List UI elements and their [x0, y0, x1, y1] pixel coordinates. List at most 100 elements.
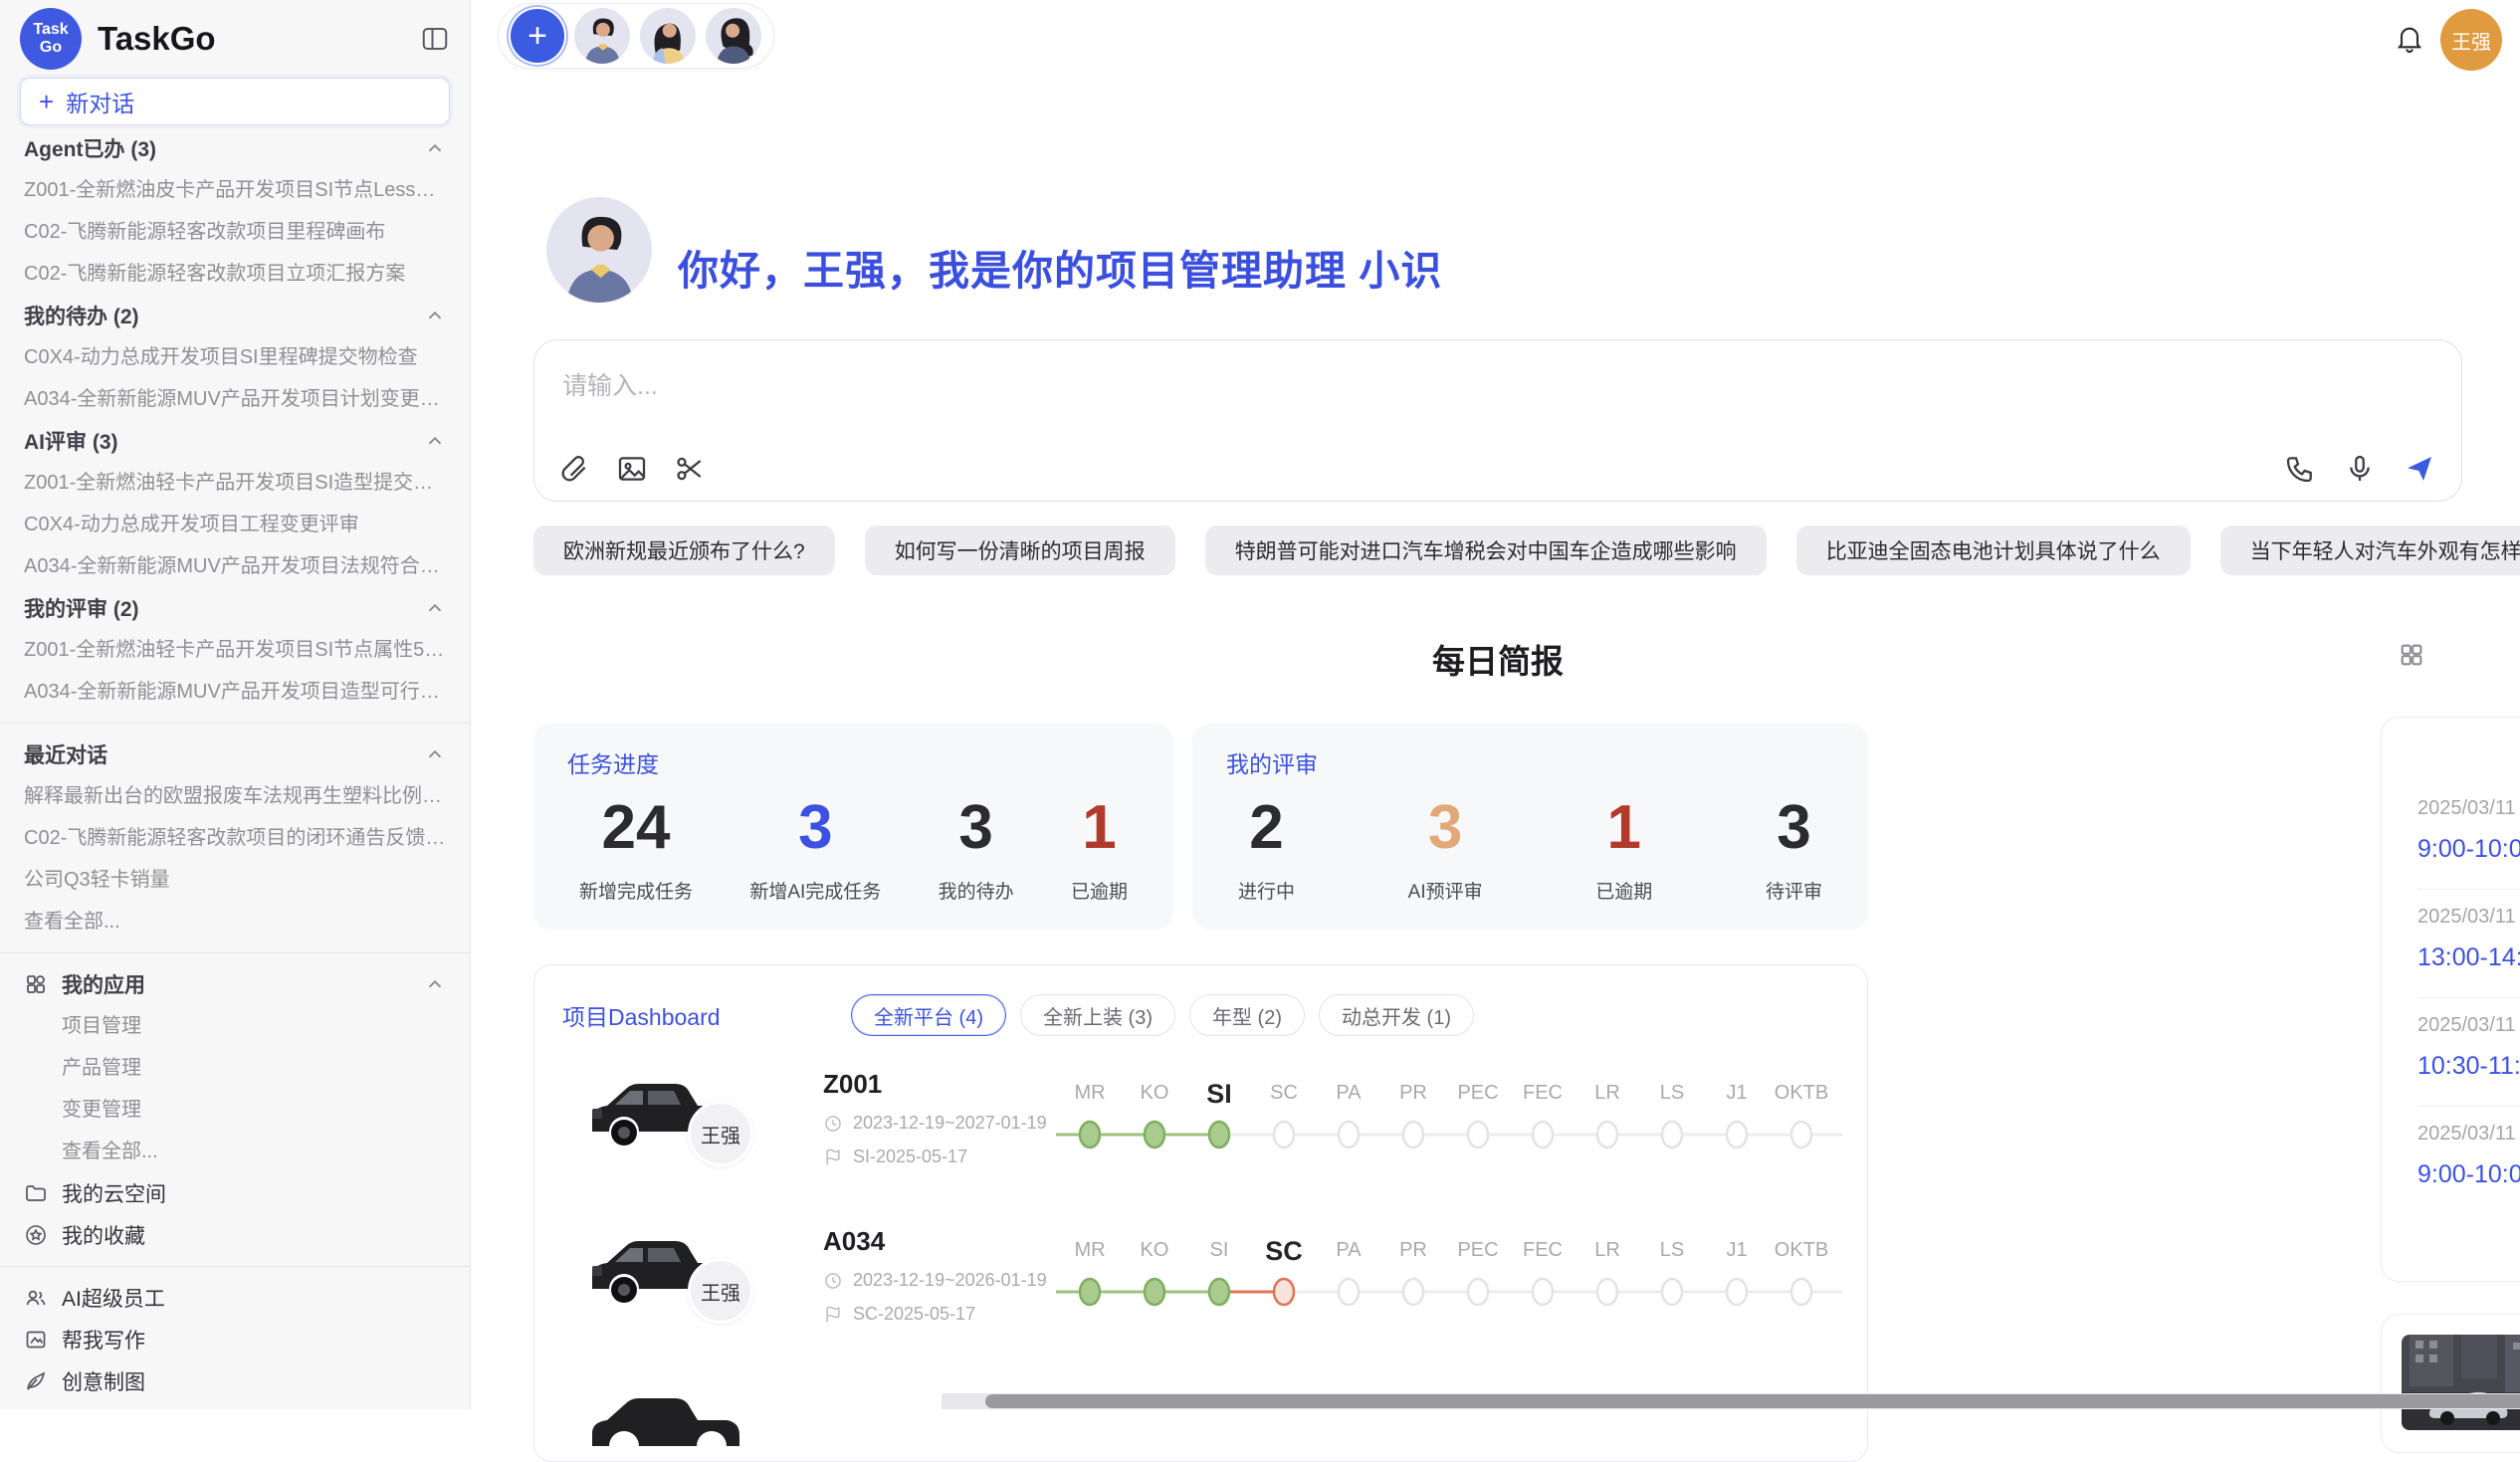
- suggestion-chip[interactable]: 特朗普可能对进口汽车增税会对中国车企造成哪些影响: [1205, 525, 1767, 575]
- recent-label: 最近对话: [24, 739, 107, 769]
- recent-conversation-item[interactable]: 解释最新出台的欧盟报废车法规再生塑料比例被调至15%...: [24, 775, 446, 817]
- stat-label: 新增完成任务: [579, 877, 693, 904]
- news-image: [2402, 1335, 2520, 1430]
- agent-avatar-1[interactable]: [574, 8, 630, 64]
- agent-avatar-3[interactable]: [706, 8, 761, 64]
- schedule-time: 13:00-14:30: [2417, 943, 2520, 972]
- project-row[interactable]: 王强 A034 2023-12-19~2026-01-19 SC-2025-05…: [562, 1198, 1839, 1356]
- dashboard-tab[interactable]: 年型 (2): [1189, 994, 1305, 1036]
- agent-avatar-2[interactable]: [640, 8, 696, 64]
- recent-view-all[interactable]: 查看全部...: [24, 901, 446, 942]
- dashboard-tab[interactable]: 全新上装 (3): [1020, 994, 1175, 1036]
- svg-text:PA: PA: [1336, 1082, 1362, 1104]
- task-item[interactable]: Z001-全新燃油轻卡产品开发项目SI节点属性5D文件评审: [24, 629, 446, 671]
- sidebar: Task Go TaskGo + 新对话 Agent已办 (3) Z001-全新…: [0, 0, 471, 1409]
- sidebar-link-label: 我的收藏: [62, 1220, 145, 1250]
- task-item[interactable]: C0X4-动力总成开发项目SI里程碑提交物检查: [24, 336, 446, 378]
- chevron-up-icon: [424, 743, 446, 765]
- send-icon[interactable]: [2404, 453, 2435, 485]
- view-all-schedule-link[interactable]: 查看所有日程: [2417, 1214, 2520, 1283]
- task-item[interactable]: A034-全新新能源MUV产品开发项目造型可行性评审: [24, 671, 446, 713]
- notification-bell-icon[interactable]: [2394, 22, 2425, 54]
- task-item[interactable]: C02-飞腾新能源轻客改款项目里程碑画布: [24, 211, 446, 253]
- apps-section-header[interactable]: 我的应用: [24, 963, 446, 1005]
- image-icon[interactable]: [616, 453, 648, 485]
- project-flag-milestone: SC-2025-05-17: [823, 1304, 1057, 1325]
- dashboard-tab[interactable]: 动总开发 (1): [1319, 994, 1474, 1036]
- phone-icon[interactable]: [2284, 453, 2316, 485]
- dashboard-tab[interactable]: 全新平台 (4): [851, 994, 1006, 1036]
- write-icon: [24, 1328, 48, 1352]
- sidebar-tool-quill[interactable]: 创意制图: [24, 1360, 446, 1402]
- new-chat-button[interactable]: + 新对话: [20, 78, 450, 125]
- sidebar-section-header[interactable]: 我的评审 (2): [24, 587, 446, 629]
- suggestion-chip[interactable]: 当下年轻人对汽车外观有怎样的喜好趋势: [2220, 525, 2520, 575]
- stat: 1 已逾期: [1071, 789, 1128, 904]
- sidebar-tool-people[interactable]: AI超级员工: [24, 1277, 446, 1319]
- sidebar-tool-label: 创意制图: [62, 1366, 145, 1396]
- sidebar-section-label: 我的待办 (2): [24, 301, 139, 330]
- user-avatar[interactable]: 王强: [2440, 9, 2502, 71]
- sidebar-section-label: AI评审 (3): [24, 426, 118, 456]
- stat-value: 3: [749, 789, 881, 867]
- suggestion-chips: 欧洲新规最近颁布了什么? 如何写一份清晰的项目周报特朗普可能对进口汽车增税会对中国…: [533, 525, 2462, 575]
- horizontal-scrollbar-thumb[interactable]: [985, 1394, 2520, 1408]
- stat: 2 进行中: [1238, 789, 1295, 904]
- sidebar-tool-write[interactable]: 帮我写作: [24, 1319, 446, 1360]
- project-flag-milestone: SI-2025-05-17: [823, 1147, 1057, 1167]
- sidebar-section-header[interactable]: 我的待办 (2): [24, 295, 446, 336]
- mic-icon[interactable]: [2344, 453, 2376, 485]
- task-item[interactable]: Z001-全新燃油皮卡产品开发项目SI节点Lesson Learn报告: [24, 169, 446, 211]
- chevron-up-icon: [424, 305, 446, 326]
- stat-value: 2: [1238, 789, 1295, 867]
- add-agent-button[interactable]: +: [511, 9, 564, 63]
- sidebar-link-star[interactable]: 我的收藏: [24, 1214, 446, 1256]
- task-item[interactable]: A034-全新新能源MUV产品开发项目计划变更表编写: [24, 378, 446, 420]
- schedule-title: 日程: [2417, 741, 2520, 777]
- schedule-time: 10:30-11:30: [2417, 1052, 2520, 1081]
- stat-value: 3: [1766, 789, 1822, 867]
- folder-icon: [24, 1181, 48, 1205]
- suggestion-chip[interactable]: 欧洲新规最近颁布了什么?: [533, 525, 835, 575]
- attachment-icon[interactable]: [558, 453, 590, 485]
- app-item[interactable]: 产品管理: [62, 1047, 446, 1089]
- sidebar-section-header[interactable]: AI评审 (3): [24, 420, 446, 462]
- layout-grid-icon[interactable]: [2398, 641, 2425, 669]
- scissors-icon[interactable]: [674, 453, 706, 485]
- logo-text-bottom: Go: [40, 39, 62, 57]
- sidebar-section-label: 我的评审 (2): [24, 593, 139, 623]
- suggestion-chip[interactable]: 比亚迪全固态电池计划具体说了什么: [1796, 525, 2191, 575]
- stat-value: 3: [939, 789, 1014, 867]
- news-card[interactable]: 小鹏飞行汽车制造公司增资 天眼查 App 显示，近日广州汇天飞行汽...: [2381, 1314, 2520, 1453]
- grid-icon: [24, 972, 48, 996]
- divider: [0, 1266, 470, 1267]
- app-item[interactable]: 项目管理: [62, 1005, 446, 1047]
- plus-icon: +: [39, 87, 54, 117]
- sidebar-collapse-icon[interactable]: [420, 24, 450, 54]
- recent-conversation-item[interactable]: C02-飞腾新能源轻客改款项目的闭环通告反馈情况: [24, 817, 446, 859]
- svg-text:PEC: PEC: [1457, 1239, 1498, 1261]
- quill-icon: [24, 1369, 48, 1393]
- project-row[interactable]: 王强 Z001 2023-12-19~2027-01-19 SI-2025-05…: [562, 1041, 1839, 1198]
- schedule-item: 2025/03/11 9:00-10:00 X003-车辆动力学性能验... 加…: [2417, 1107, 2520, 1214]
- svg-text:SC: SC: [1270, 1082, 1298, 1104]
- sidebar-link-folder[interactable]: 我的云空间: [24, 1172, 446, 1214]
- task-item[interactable]: C0X4-动力总成开发项目工程变更评审: [24, 504, 446, 545]
- stat-label: 已逾期: [1071, 877, 1128, 904]
- chevron-up-icon: [424, 597, 446, 619]
- apps-view-all[interactable]: 查看全部...: [24, 1131, 446, 1172]
- suggestion-chip[interactable]: 如何写一份清晰的项目周报: [865, 525, 1175, 575]
- svg-text:FEC: FEC: [1523, 1082, 1563, 1104]
- stat-label: 进行中: [1238, 877, 1295, 904]
- chat-input-box[interactable]: 请输入...: [533, 339, 2462, 502]
- recent-section-header[interactable]: 最近对话: [24, 733, 446, 775]
- app-item[interactable]: 变更管理: [62, 1089, 446, 1131]
- sidebar-section-header[interactable]: Agent已办 (3): [24, 127, 446, 169]
- task-item[interactable]: Z001-全新燃油轻卡产品开发项目SI造型提交物评审: [24, 462, 446, 504]
- task-item[interactable]: C02-飞腾新能源轻客改款项目立项汇报方案: [24, 253, 446, 295]
- svg-text:FEC: FEC: [1523, 1239, 1563, 1261]
- project-row-partial: [562, 1356, 1839, 1395]
- task-item[interactable]: A034-全新新能源MUV产品开发项目法规符合性评审: [24, 545, 446, 587]
- recent-conversation-item[interactable]: 公司Q3轻卡销量: [24, 859, 446, 901]
- svg-text:PR: PR: [1399, 1082, 1427, 1104]
